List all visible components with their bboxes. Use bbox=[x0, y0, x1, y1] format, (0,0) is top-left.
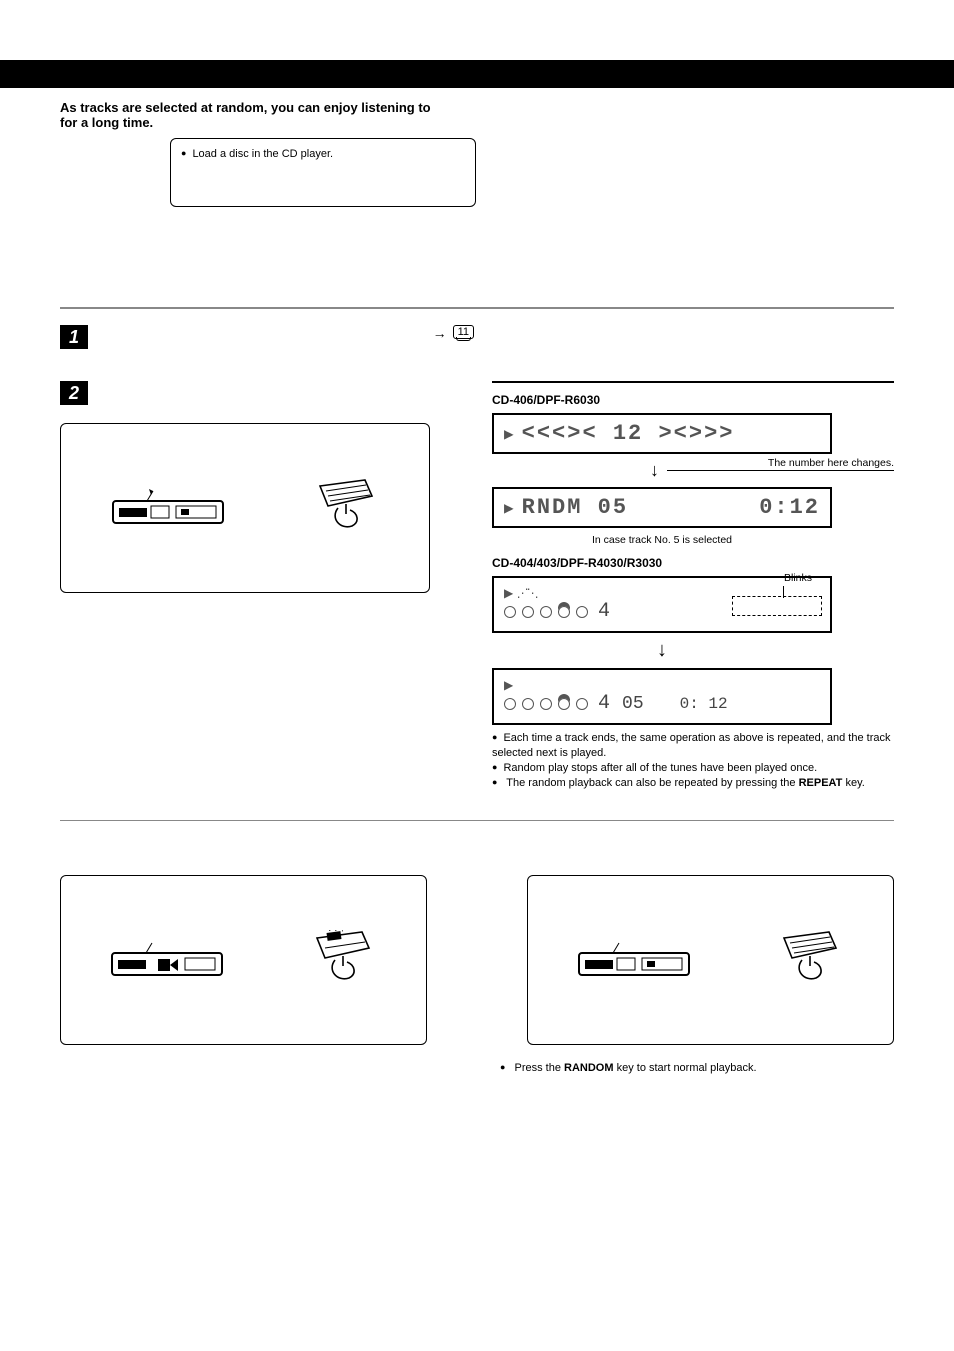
preparation-box: Load a disc in the CD player. bbox=[170, 138, 476, 207]
lcd-a-2: RNDM 05 0:12 bbox=[492, 487, 832, 528]
intro-line-2: for a long time. bbox=[60, 115, 153, 130]
top-whitespace bbox=[0, 0, 954, 60]
lcd-a-1: <<<>< 12 ><>>> bbox=[492, 413, 832, 454]
step-2-row: 2 bbox=[60, 381, 462, 405]
note-2: Random play stops after all of the tunes… bbox=[492, 761, 894, 776]
note-3: The random playback can also be repeated… bbox=[492, 776, 894, 791]
section-divider-2 bbox=[60, 820, 894, 821]
step-2-notes: Each time a track ends, the same operati… bbox=[492, 731, 894, 790]
intro-line-1: As tracks are selected at random, you ca… bbox=[60, 100, 431, 115]
bottom-row: ▶▶| bbox=[60, 875, 894, 1045]
skip-next-icon: ▶▶| bbox=[329, 930, 343, 932]
page-ref-arrow: → bbox=[433, 325, 447, 341]
lcd-b-1: ▶ ⋰⋱ 4 bbox=[492, 576, 832, 633]
remote-control-icon bbox=[310, 478, 380, 538]
arrow-down-icon: ↓ bbox=[492, 639, 832, 662]
bottom-note: Press the RANDOM key to start normal pla… bbox=[500, 1061, 757, 1076]
annotation-number-changes: The number here changes. bbox=[768, 457, 894, 469]
step-1-row: 1 → 11 bbox=[60, 325, 894, 349]
device-box-left: ▶▶| bbox=[60, 875, 427, 1045]
preparation-note: Load a disc in the CD player. bbox=[181, 148, 333, 160]
step-2-number: 2 bbox=[60, 381, 88, 405]
disc-row-2: 4 05 0: 12 bbox=[504, 692, 820, 715]
model-b-heading: CD-404/403/DPF-R4030/R3030 bbox=[492, 556, 894, 570]
front-panel-icon bbox=[577, 935, 697, 985]
front-panel-icon bbox=[110, 935, 230, 985]
device-illustration-box bbox=[60, 423, 430, 593]
device-box-right bbox=[527, 875, 894, 1045]
remote-control-icon: ▶▶| bbox=[307, 930, 377, 990]
lcd-b-2: ▶ 4 05 0: 12 bbox=[492, 668, 832, 725]
blink-indicator-box bbox=[732, 596, 822, 616]
note-1: Each time a track ends, the same operati… bbox=[492, 731, 894, 761]
page-reference-icon: 11 bbox=[453, 325, 474, 339]
remote-control-icon bbox=[774, 930, 844, 990]
step-1-number: 1 bbox=[60, 325, 88, 349]
arrow-down-icon: ↓ bbox=[650, 460, 659, 481]
header-black-band bbox=[0, 60, 954, 88]
intro-text: As tracks are selected at random, you ca… bbox=[60, 100, 476, 130]
front-panel-icon bbox=[111, 483, 231, 533]
section-divider bbox=[60, 307, 894, 309]
caption-track-selected: In case track No. 5 is selected bbox=[492, 534, 832, 546]
model-a-heading: CD-406/DPF-R6030 bbox=[492, 393, 894, 407]
